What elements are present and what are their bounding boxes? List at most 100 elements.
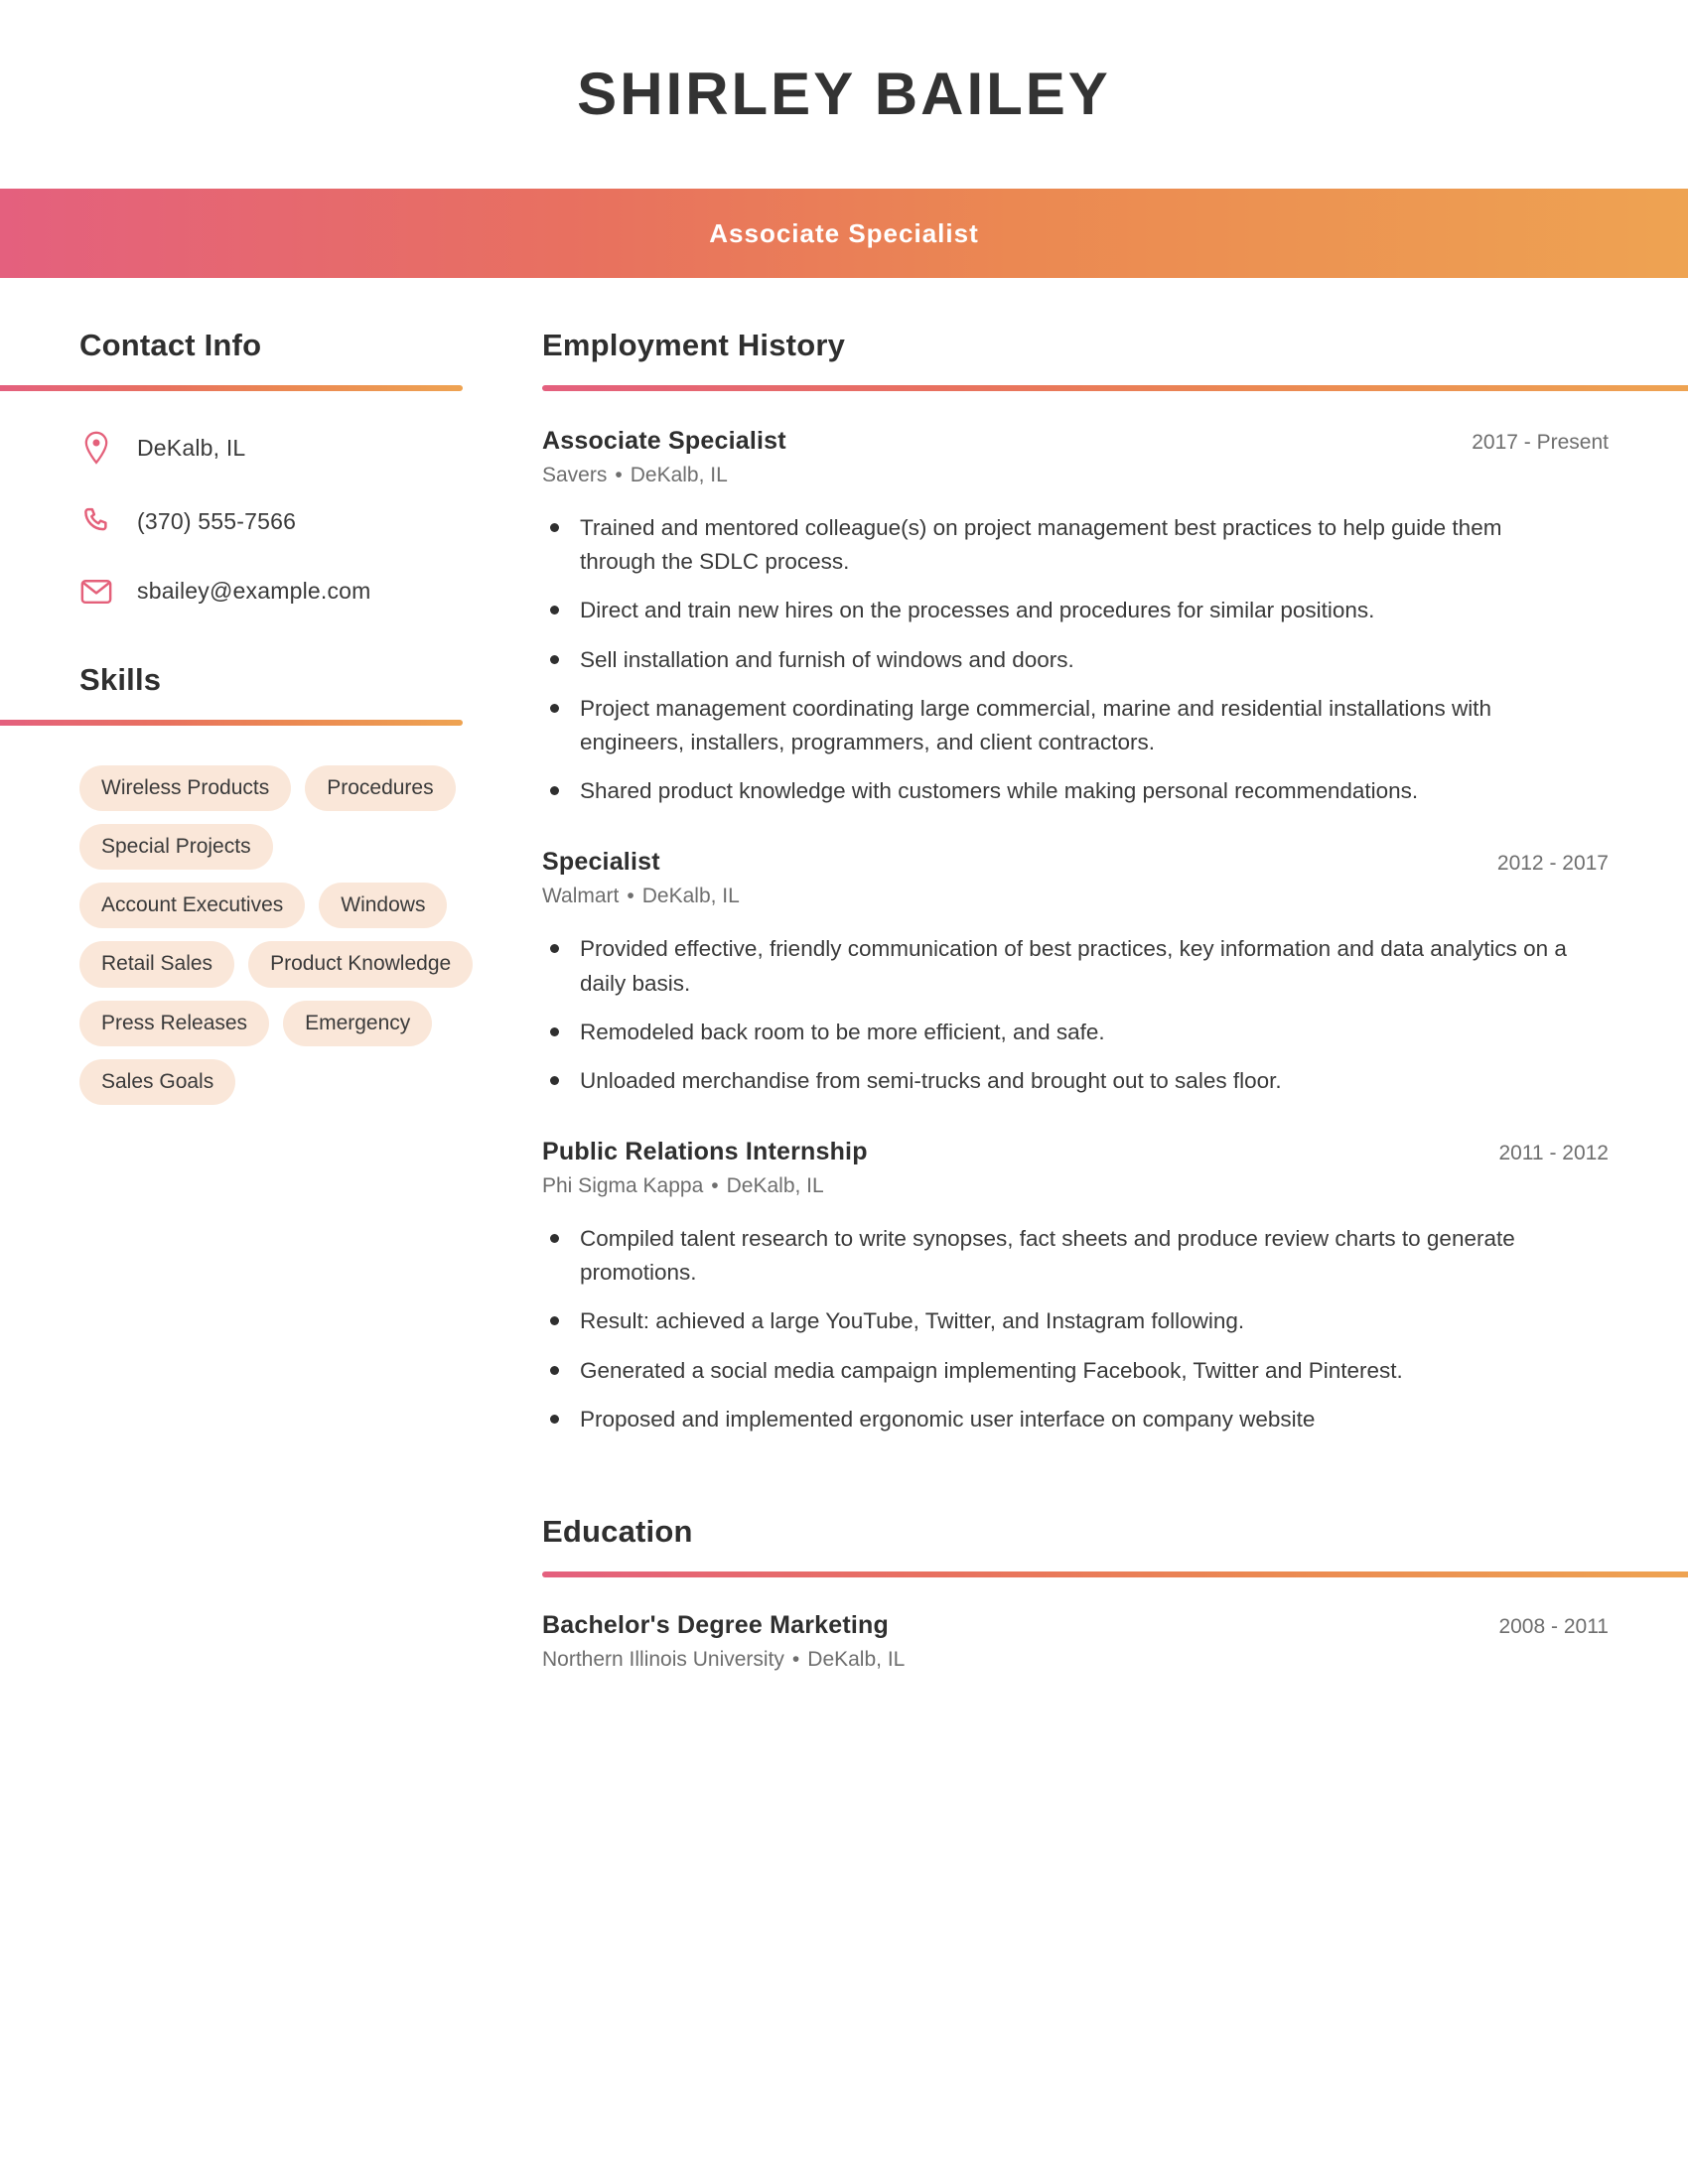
bullet-text: Trained and mentored colleague(s) on pro… <box>580 515 1502 575</box>
employment-entry-list: Associate Specialist 2017 - Present Savers… <box>542 427 1609 1436</box>
bullet-text: Provided effective, friendly communicati… <box>580 936 1567 996</box>
skill-chip[interactable]: Press Releases <box>79 1000 270 1046</box>
skill-chip[interactable]: Sales Goals <box>79 1058 236 1105</box>
bullet-text: Direct and train new hires on the proces… <box>580 598 1375 623</box>
entry-organization-location: Phi Sigma Kappa • DeKalb, IL <box>542 1174 1609 1198</box>
entry-role-title: Specialist <box>542 848 660 877</box>
entry-organization: Phi Sigma Kappa <box>542 1174 704 1198</box>
employment-section-divider <box>542 385 1688 391</box>
contact-item-location[interactable]: DeKalb, IL <box>79 431 542 465</box>
bullet-dot-icon <box>550 786 559 796</box>
entry-bullet: Provided effective, friendly communicati… <box>542 932 1609 1000</box>
entry-bullet: Unloaded merchandise from semi-trucks an… <box>542 1064 1609 1098</box>
contact-location-value: DeKalb, IL <box>137 434 246 461</box>
skill-chip[interactable]: Windows <box>319 883 448 929</box>
candidate-job-title: Associate Specialist <box>709 217 979 248</box>
main-column: Employment History Associate Specialist 2… <box>542 328 1688 1672</box>
bullet-text: Generated a social media campaign implem… <box>580 1357 1403 1383</box>
phone-icon <box>79 506 113 536</box>
education-heading: Education <box>542 1514 693 1549</box>
entry-bullet: Shared product knowledge with customers … <box>542 774 1609 808</box>
job-title-banner: Associate Specialist <box>0 189 1688 278</box>
entry-organization-location: Savers • DeKalb, IL <box>542 464 1609 487</box>
contact-section-divider <box>0 385 463 391</box>
experience-entry: Specialist 2012 - 2017 Walmart • DeKalb, IL P… <box>542 848 1609 1098</box>
skill-chip[interactable]: Emergency <box>283 1000 433 1046</box>
contact-item-phone[interactable]: (370) 555-7566 <box>79 506 542 536</box>
entry-location: DeKalb, IL <box>641 885 740 908</box>
education-entry-list: Bachelor's Degree Marketing 2008 - 2011 No… <box>542 1611 1609 1672</box>
skill-chip[interactable]: Retail Sales <box>79 941 235 988</box>
contact-item-email[interactable]: sbailey@example.com <box>79 578 542 605</box>
meta-separator-bullet-icon: • <box>615 464 623 486</box>
entry-bullet: Result: achieved a large YouTube, Twitte… <box>542 1304 1609 1338</box>
resume-body: Contact Info DeKalb, IL (370) 555-7566 s… <box>0 278 1688 1672</box>
candidate-name: SHIRLEY BAILEY <box>577 61 1111 127</box>
experience-entry: Associate Specialist 2017 - Present Savers… <box>542 427 1609 808</box>
experience-entry: Bachelor's Degree Marketing 2008 - 2011 No… <box>542 1611 1609 1672</box>
experience-entry: Public Relations Internship 2011 - 2012 Ph… <box>542 1138 1609 1436</box>
bullet-text: Result: achieved a large YouTube, Twitte… <box>580 1308 1245 1334</box>
bullet-text: Unloaded merchandise from semi-trucks an… <box>580 1067 1282 1093</box>
entry-date-range: 2011 - 2012 <box>1498 1142 1609 1165</box>
entry-date-range: 2017 - Present <box>1472 431 1609 454</box>
entry-location: DeKalb, IL <box>630 464 728 486</box>
education-section: Education Bachelor's Degree Marketing 200… <box>542 1514 1688 1672</box>
bullet-dot-icon <box>550 1316 559 1326</box>
skill-chip[interactable]: Special Projects <box>79 824 273 871</box>
meta-separator-bullet-icon: • <box>791 1648 800 1671</box>
bullet-dot-icon <box>550 654 559 664</box>
skills-heading: Skills <box>79 662 162 697</box>
skills-section: Skills Wireless Products Procedures Specia… <box>0 662 542 1105</box>
entry-header: Public Relations Internship 2011 - 2012 <box>542 1138 1609 1166</box>
education-section-divider <box>542 1571 1688 1577</box>
entry-bullet: Project management coordinating large co… <box>542 692 1609 759</box>
contact-list: DeKalb, IL (370) 555-7566 sbailey@exampl… <box>79 431 542 605</box>
bullet-text: Project management coordinating large co… <box>580 695 1491 754</box>
entry-location: DeKalb, IL <box>726 1174 824 1198</box>
email-envelope-icon <box>79 579 113 605</box>
skill-chip[interactable]: Account Executives <box>79 883 306 929</box>
entry-header: Bachelor's Degree Marketing 2008 - 2011 <box>542 1611 1609 1640</box>
entry-date-range: 2008 - 2011 <box>1498 1615 1609 1638</box>
entry-role-title: Public Relations Internship <box>542 1138 868 1166</box>
entry-date-range: 2012 - 2017 <box>1496 852 1609 876</box>
entry-organization-location: Walmart • DeKalb, IL <box>542 885 1609 908</box>
entry-bullet-list: Provided effective, friendly communicati… <box>542 932 1609 1098</box>
employment-history-heading: Employment History <box>542 328 846 362</box>
bullet-text: Shared product knowledge with customers … <box>580 778 1419 804</box>
resume-header: SHIRLEY BAILEY <box>0 0 1688 189</box>
bullet-text: Sell installation and furnish of windows… <box>580 646 1074 672</box>
bullet-dot-icon <box>550 1026 559 1036</box>
bullet-dot-icon <box>550 1365 559 1375</box>
entry-bullet-list: Compiled talent research to write synops… <box>542 1222 1609 1436</box>
entry-bullet: Compiled talent research to write synops… <box>542 1222 1609 1290</box>
entry-organization-location: Northern Illinois University • DeKalb, IL <box>542 1648 1609 1672</box>
entry-header: Specialist 2012 - 2017 <box>542 848 1609 877</box>
skill-chip[interactable]: Product Knowledge <box>248 941 474 988</box>
entry-bullet: Generated a social media campaign implem… <box>542 1354 1609 1388</box>
skills-section-divider <box>0 720 463 726</box>
bullet-dot-icon <box>550 703 559 713</box>
entry-location: DeKalb, IL <box>807 1648 906 1671</box>
contact-email-value: sbailey@example.com <box>137 578 371 604</box>
entry-organization: Walmart <box>542 885 620 908</box>
entry-organization: Savers <box>542 464 608 486</box>
meta-separator-bullet-icon: • <box>627 885 634 908</box>
contact-info-heading: Contact Info <box>79 328 262 362</box>
skills-chip-list: Wireless Products Procedures Special Proje… <box>79 765 477 1105</box>
bullet-dot-icon <box>550 523 559 532</box>
skill-chip[interactable]: Procedures <box>305 765 456 812</box>
contact-info-section: Contact Info DeKalb, IL (370) 555-7566 s… <box>0 328 542 605</box>
location-pin-icon <box>79 431 113 465</box>
entry-role-title: Bachelor's Degree Marketing <box>542 1611 889 1639</box>
bullet-text: Proposed and implemented ergonomic user … <box>580 1406 1316 1432</box>
entry-bullet: Remodeled back room to be more efficient… <box>542 1016 1609 1049</box>
sidebar: Contact Info DeKalb, IL (370) 555-7566 s… <box>0 328 542 1105</box>
bullet-dot-icon <box>550 944 559 954</box>
skill-chip[interactable]: Wireless Products <box>79 765 292 812</box>
bullet-text: Compiled talent research to write synops… <box>580 1226 1515 1286</box>
entry-bullet-list: Trained and mentored colleague(s) on pro… <box>542 511 1609 808</box>
bullet-text: Remodeled back room to be more efficient… <box>580 1019 1105 1044</box>
entry-bullet: Trained and mentored colleague(s) on pro… <box>542 511 1609 579</box>
